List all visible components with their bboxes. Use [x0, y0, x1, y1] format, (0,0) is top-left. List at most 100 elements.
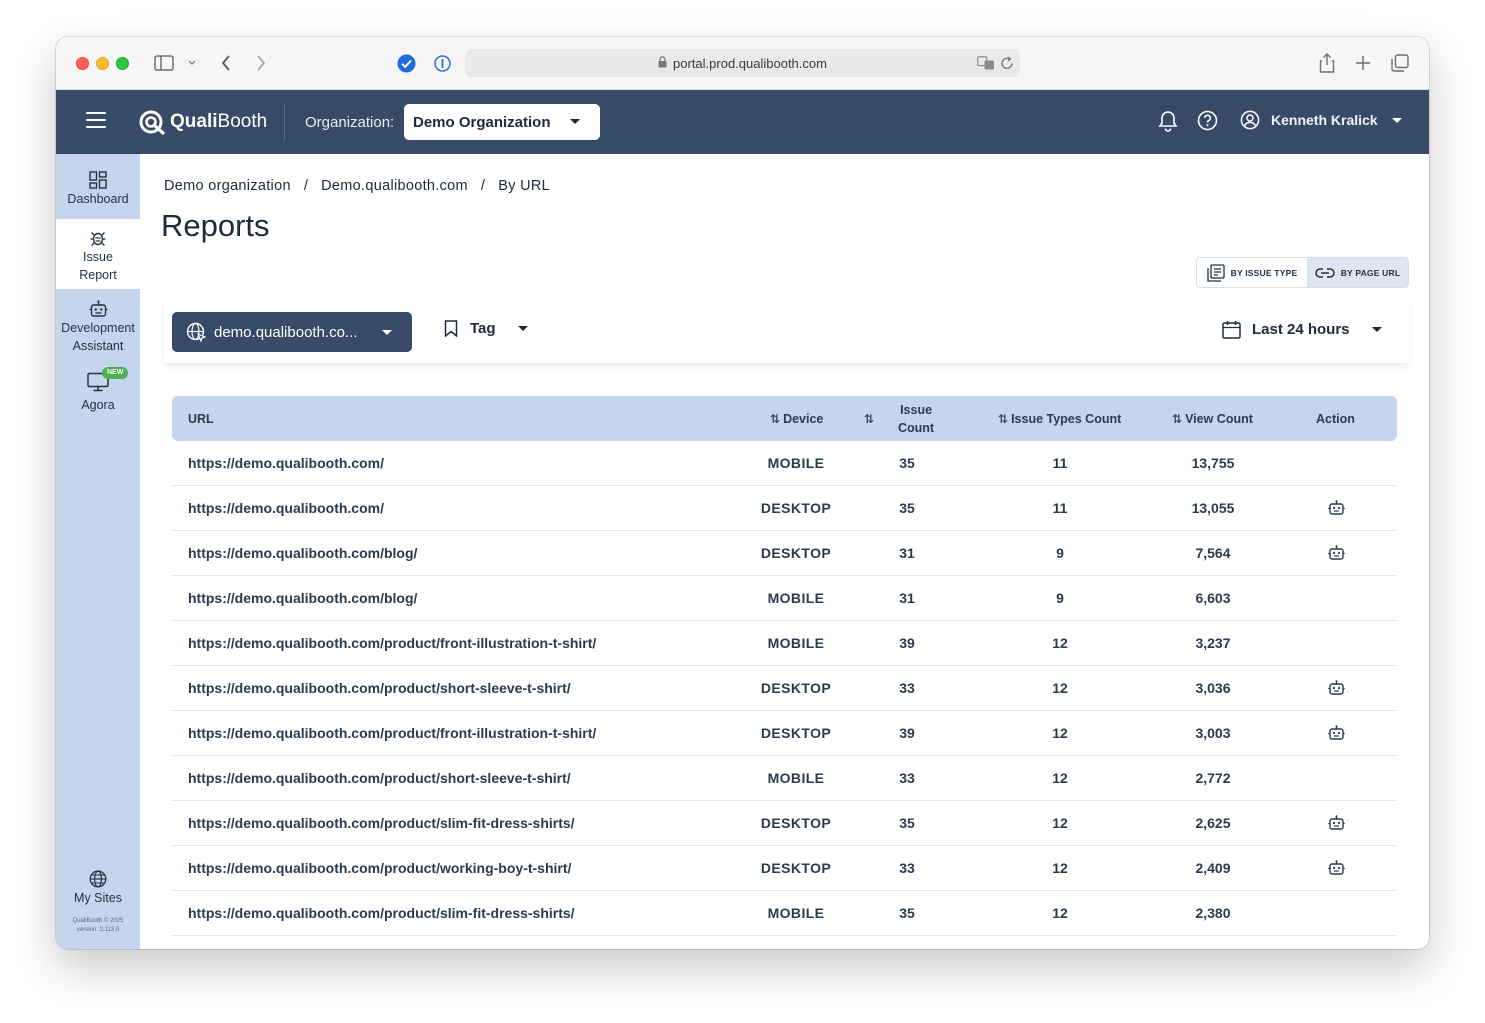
development-assistant-icon[interactable] [1322, 711, 1350, 755]
table-row[interactable]: https://demo.qualibooth.com/product/fron… [172, 711, 1397, 756]
url-cell[interactable]: https://demo.qualibooth.com/product/shor… [188, 756, 571, 800]
column-header-action: Action [1316, 396, 1355, 441]
help-icon[interactable] [1197, 110, 1219, 132]
issue-count-cell: 35 [899, 500, 915, 516]
reload-icon[interactable] [998, 52, 1016, 74]
organization-value: Demo Organization [413, 113, 551, 131]
reports-table: URL ⇅ Device ⇅ Issue Count ⇅ Issue Types… [172, 396, 1397, 936]
notification-bell-icon[interactable] [1158, 110, 1180, 132]
sidebar-item-my-sites[interactable]: My Sites [56, 870, 140, 910]
breadcrumb-item-organization[interactable]: Demo organization [164, 178, 291, 194]
view-count-cell: 6,603 [1195, 590, 1231, 606]
url-cell[interactable]: https://demo.qualibooth.com/product/work… [188, 846, 571, 890]
sidebar-item-development-assistant[interactable]: Development Assistant [56, 300, 140, 365]
user-menu[interactable]: Kenneth Kralick [1240, 110, 1402, 130]
table-row[interactable]: https://demo.qualibooth.com/MOBILE 35 11 13… [172, 441, 1397, 486]
issue-count-cell: 35 [899, 905, 915, 921]
table-row[interactable]: https://demo.qualibooth.com/product/shor… [172, 756, 1397, 801]
url-cell[interactable]: https://demo.qualibooth.com/blog/ [188, 531, 417, 575]
table-row[interactable]: https://demo.qualibooth.com/blog/DESKTOP… [172, 531, 1397, 576]
development-assistant-icon[interactable] [1322, 846, 1350, 890]
caret-down-icon [517, 326, 528, 331]
table-row[interactable]: https://demo.qualibooth.com/product/slim… [172, 801, 1397, 846]
sidebar-item-agora[interactable]: NEW Agora [56, 367, 140, 427]
chevron-down-icon[interactable] [186, 52, 198, 74]
copyright-text: QualiBooth © 2025 version: 2.113.0 [56, 917, 140, 935]
tag-select[interactable]: Tag [444, 320, 528, 337]
translate-icon[interactable] [975, 52, 997, 74]
view-count-cell: 3,003 [1195, 725, 1231, 741]
user-name: Kenneth Kralick [1271, 112, 1378, 128]
extension-info-icon[interactable] [431, 52, 453, 74]
table-row[interactable]: https://demo.qualibooth.com/product/slim… [172, 891, 1397, 936]
view-count-cell: 7,564 [1195, 545, 1231, 561]
device-cell: DESKTOP [760, 725, 832, 741]
column-header-device[interactable]: ⇅ Device [770, 396, 823, 441]
url-cell[interactable]: https://demo.qualibooth.com/product/fron… [188, 711, 596, 755]
url-cell[interactable]: https://demo.qualibooth.com/product/slim… [188, 801, 575, 845]
device-cell: MOBILE [767, 455, 825, 471]
table-row[interactable]: https://demo.qualibooth.com/product/shor… [172, 666, 1397, 711]
tab-overview-icon[interactable] [1389, 52, 1411, 74]
table-row[interactable]: https://demo.qualibooth.com/DESKTOP 35 11 1… [172, 486, 1397, 531]
minimize-window-button[interactable] [96, 57, 109, 70]
logo-text-bold: Quali [170, 111, 218, 132]
column-header-label: Action [1316, 411, 1355, 426]
device-cell: DESKTOP [760, 860, 832, 876]
date-range-select[interactable]: Last 24 hours [1222, 320, 1382, 339]
url-cell[interactable]: https://demo.qualibooth.com/product/shor… [188, 666, 571, 710]
share-icon[interactable] [1316, 52, 1338, 74]
sort-issue-count-button[interactable]: ⇅ [864, 396, 877, 441]
sidebar-item-issue-report[interactable]: Issue Report [56, 219, 140, 289]
url-cell[interactable]: https://demo.qualibooth.com/ [188, 486, 384, 530]
column-header-url[interactable]: URL [188, 396, 214, 441]
issue-count-cell: 35 [899, 455, 915, 471]
table-body: https://demo.qualibooth.com/MOBILE 35 11 13… [172, 441, 1397, 936]
url-cell[interactable]: https://demo.qualibooth.com/ [188, 441, 384, 485]
issue-types-cell: 12 [1052, 770, 1068, 786]
device-cell: MOBILE [767, 905, 825, 921]
development-assistant-icon[interactable] [1322, 486, 1350, 530]
close-window-button[interactable] [76, 57, 89, 70]
new-tab-icon[interactable] [1352, 52, 1374, 74]
qualibooth-logo[interactable]: Quali Booth [138, 108, 267, 136]
sidebar-toggle-icon[interactable] [153, 52, 175, 74]
url-cell[interactable]: https://demo.qualibooth.com/blog/ [188, 576, 417, 620]
maximize-window-button[interactable] [116, 57, 129, 70]
breadcrumb-item-site[interactable]: Demo.qualibooth.com [321, 178, 468, 194]
browser-window: portal.prod.qualibooth.com Quali Booth O… [56, 37, 1429, 949]
url-cell[interactable]: https://demo.qualibooth.com/product/fron… [188, 621, 596, 665]
forward-icon[interactable] [251, 52, 271, 74]
issue-types-cell: 12 [1052, 815, 1068, 831]
column-header-issue-types[interactable]: ⇅ Issue Types Count [998, 396, 1121, 441]
by-issue-type-toggle[interactable]: BY ISSUE TYPE [1197, 258, 1307, 287]
by-page-url-toggle[interactable]: BY PAGE URL [1306, 258, 1408, 287]
menu-icon[interactable] [86, 112, 106, 130]
organization-select[interactable]: Demo Organization [404, 104, 600, 140]
robot-icon [89, 300, 107, 317]
column-header-view-count[interactable]: ⇅ View Count [1172, 396, 1253, 441]
site-select-value: demo.qualibooth.co... [214, 323, 358, 341]
column-header-label: Issue [900, 402, 933, 417]
issue-count-cell: 35 [899, 815, 915, 831]
development-assistant-icon[interactable] [1322, 531, 1350, 575]
filter-bar: demo.qualibooth.co... Tag Last 24 hours [164, 300, 1409, 363]
development-assistant-icon[interactable] [1322, 801, 1350, 845]
back-icon[interactable] [216, 52, 236, 74]
table-row[interactable]: https://demo.qualibooth.com/product/fron… [172, 621, 1397, 666]
view-toggle: BY ISSUE TYPE BY PAGE URL [1196, 257, 1409, 288]
table-row[interactable]: https://demo.qualibooth.com/product/work… [172, 846, 1397, 891]
page-title: Reports [161, 208, 270, 243]
site-select[interactable]: demo.qualibooth.co... [172, 312, 412, 352]
url-cell[interactable]: https://demo.qualibooth.com/product/slim… [188, 891, 575, 935]
issue-count-cell: 39 [899, 635, 915, 651]
by-issue-type-label: BY ISSUE TYPE [1230, 267, 1298, 278]
browser-toolbar: portal.prod.qualibooth.com [56, 37, 1429, 90]
development-assistant-icon[interactable] [1322, 666, 1350, 710]
table-row[interactable]: https://demo.qualibooth.com/blog/MOBILE 3… [172, 576, 1397, 621]
breadcrumb-separator: / [303, 178, 309, 194]
address-bar[interactable]: portal.prod.qualibooth.com [465, 49, 1020, 77]
column-header-issue-count[interactable]: Issue Count [898, 396, 934, 441]
extension-check-icon[interactable] [395, 52, 417, 74]
sidebar-item-dashboard[interactable]: Dashboard [56, 154, 140, 219]
